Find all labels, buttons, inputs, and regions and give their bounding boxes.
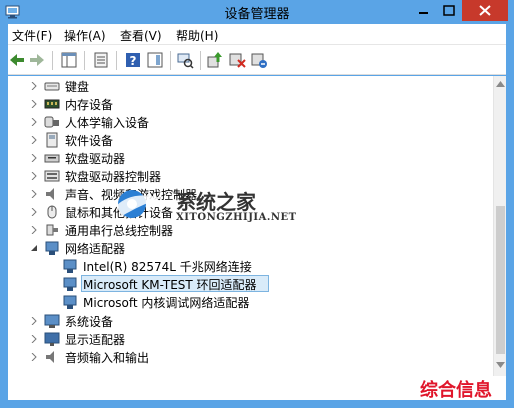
watermark-url: XITONGZHIJIA.NET xyxy=(176,212,297,223)
chevron-right-icon[interactable] xyxy=(30,190,38,198)
chevron-down-icon[interactable] xyxy=(30,244,38,252)
menu-file[interactable]: 文件(F) xyxy=(12,27,52,44)
minimize-icon xyxy=(419,12,428,14)
tree-item-system-devices[interactable]: 系统设备 xyxy=(30,312,330,330)
chevron-right-icon[interactable] xyxy=(30,154,38,162)
tree-item-label: Intel(R) 82574L 千兆网络连接 xyxy=(83,260,252,274)
tree-item-km-test-loopback[interactable]: Microsoft KM-TEST 环回适配器 xyxy=(62,275,362,293)
chevron-right-icon[interactable] xyxy=(30,208,38,216)
tree-item-label: 网络适配器 xyxy=(65,242,126,256)
chevron-right-icon[interactable] xyxy=(30,335,38,343)
tree-item-network-adapters[interactable]: 网络适配器 xyxy=(30,239,330,257)
back-icon[interactable] xyxy=(8,51,26,69)
close-button[interactable] xyxy=(462,0,508,21)
tree-item-hid[interactable]: 人体学输入设备 xyxy=(30,113,330,131)
tree-item-intel-82574l[interactable]: Intel(R) 82574L 千兆网络连接 xyxy=(62,257,362,275)
scroll-down-icon[interactable] xyxy=(496,361,505,369)
chevron-right-icon[interactable] xyxy=(30,100,38,108)
corner-stamp: 综合信息 xyxy=(420,380,492,401)
sound-icon xyxy=(46,188,54,200)
tree-item-label: 内存设备 xyxy=(65,98,114,112)
network-adapter-icon xyxy=(63,277,77,291)
tree-item-floppy-drive[interactable]: 软盘驱动器 xyxy=(30,149,330,167)
maximize-button[interactable] xyxy=(436,0,462,21)
close-icon xyxy=(479,5,491,16)
tree-item-display-adapters[interactable]: 显示适配器 xyxy=(30,330,330,348)
memory-icon xyxy=(44,99,60,109)
floppy-drive-icon xyxy=(44,154,60,163)
floppy-controller-icon xyxy=(44,170,60,182)
update-driver-icon[interactable] xyxy=(206,51,224,69)
tree-item-label: 系统设备 xyxy=(65,315,114,329)
chevron-right-icon[interactable] xyxy=(30,82,38,90)
action-pane-icon[interactable] xyxy=(146,51,164,69)
scroll-up-icon[interactable] xyxy=(496,80,505,88)
toolbar-separator xyxy=(84,51,85,70)
watermark: 系统之家 XITONGZHIJIA.NET xyxy=(108,182,298,232)
toolbar-separator xyxy=(116,51,117,70)
network-adapter-icon xyxy=(63,295,77,309)
help-icon[interactable]: ? xyxy=(124,51,142,69)
device-tree-pane[interactable]: 键盘 内存设备 人体学输入设备 软件设备 软盘驱动器 软盘驱动器控制器 鼠标和其… xyxy=(8,76,506,400)
software-device-icon xyxy=(46,132,58,148)
uninstall-device-icon[interactable] xyxy=(250,51,268,69)
tree-item-label: Microsoft KM-TEST 环回适配器 xyxy=(83,278,257,292)
tree-item-memory[interactable]: 内存设备 xyxy=(30,95,330,113)
mouse-icon xyxy=(47,205,57,219)
tree-item-label: 显示适配器 xyxy=(65,333,126,347)
tree-item-label: 键盘 xyxy=(65,80,90,94)
scan-hardware-icon[interactable] xyxy=(176,51,194,69)
watermark-title: 系统之家 xyxy=(176,190,256,214)
maximize-icon xyxy=(443,5,455,16)
show-hide-tree-icon[interactable] xyxy=(60,51,78,69)
chevron-right-icon[interactable] xyxy=(30,317,38,325)
properties-icon[interactable] xyxy=(92,51,110,69)
disable-device-icon[interactable] xyxy=(228,51,246,69)
usb-icon xyxy=(46,224,58,236)
display-adapter-icon xyxy=(44,332,60,346)
toolbar-separator xyxy=(200,51,201,70)
toolbar-separator xyxy=(52,51,53,70)
tree-item-label: 软盘驱动器 xyxy=(65,152,126,166)
forward-icon[interactable] xyxy=(28,51,46,69)
menu-bar: 文件(F) 操作(A) 查看(V) 帮助(H) xyxy=(8,24,506,44)
minimize-button[interactable] xyxy=(410,0,436,21)
watermark-logo-icon xyxy=(116,190,162,218)
keyboard-icon xyxy=(44,82,60,91)
chevron-right-icon[interactable] xyxy=(30,172,38,180)
toolbar: ? xyxy=(8,44,506,75)
chevron-right-icon[interactable] xyxy=(30,226,38,234)
tree-item-label: Microsoft 内核调试网络适配器 xyxy=(83,296,250,310)
vertical-scrollbar[interactable] xyxy=(493,76,506,376)
tree-item-label: 人体学输入设备 xyxy=(65,116,150,130)
toolbar-separator xyxy=(170,51,171,70)
tree-item-label: 音频输入和输出 xyxy=(65,351,150,365)
network-adapter-icon xyxy=(63,259,77,273)
svg-text:?: ? xyxy=(130,54,137,68)
network-adapter-icon xyxy=(45,241,59,255)
chevron-right-icon[interactable] xyxy=(30,353,38,361)
chevron-right-icon[interactable] xyxy=(30,118,38,126)
title-bar[interactable]: 设备管理器 xyxy=(0,0,514,24)
hid-icon xyxy=(44,116,59,128)
scrollbar-thumb[interactable] xyxy=(496,206,505,354)
tree-item-audio-io[interactable]: 音频输入和输出 xyxy=(30,348,330,366)
tree-item-keyboard[interactable]: 键盘 xyxy=(30,77,330,95)
chevron-right-icon[interactable] xyxy=(30,136,38,144)
menu-view[interactable]: 查看(V) xyxy=(120,27,162,44)
tree-item-kernel-debug-adapter[interactable]: Microsoft 内核调试网络适配器 xyxy=(62,293,362,311)
audio-io-icon xyxy=(46,351,54,363)
device-manager-window: 设备管理器 文件(F) 操作(A) 查看(V) 帮助(H) ? 键盘 内存设备 … xyxy=(0,0,514,408)
menu-help[interactable]: 帮助(H) xyxy=(176,27,218,44)
tree-item-label: 软件设备 xyxy=(65,134,114,148)
system-device-icon xyxy=(44,314,60,328)
menu-action[interactable]: 操作(A) xyxy=(64,27,106,44)
tree-item-software-device[interactable]: 软件设备 xyxy=(30,131,330,149)
